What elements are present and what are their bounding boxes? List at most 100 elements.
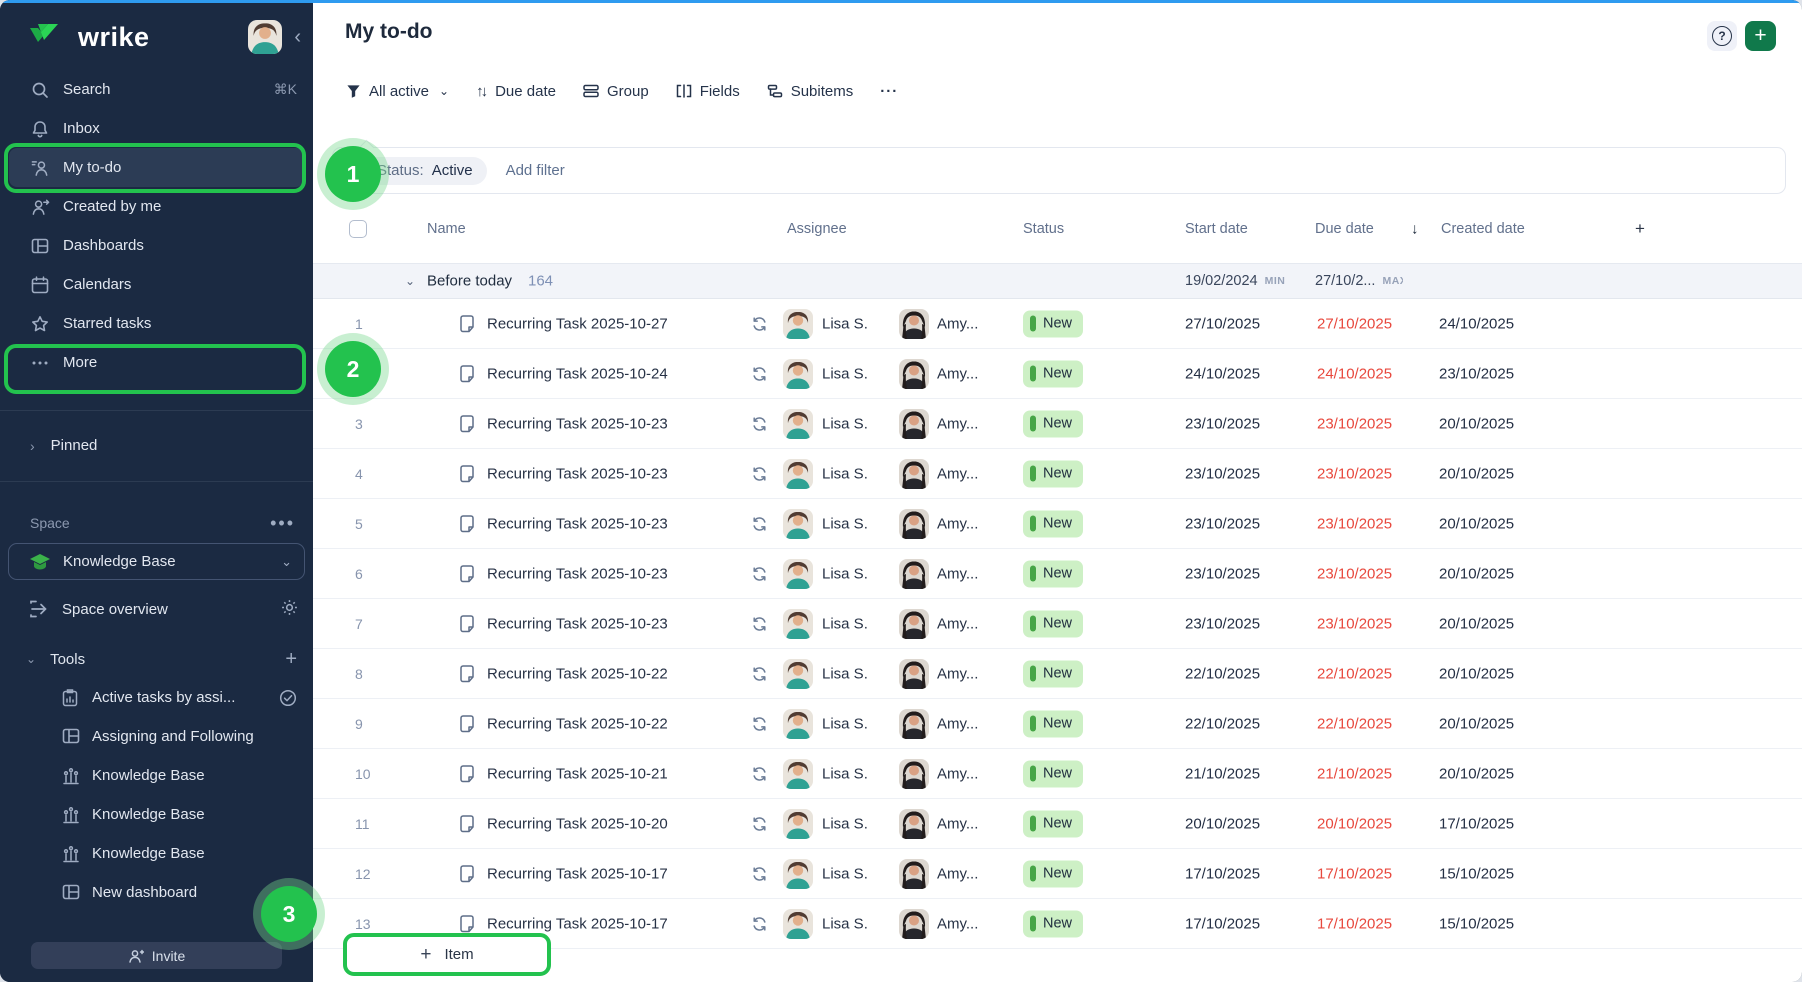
assignee-name[interactable]: Amy...: [937, 615, 978, 632]
add-item-button[interactable]: + Item: [343, 933, 551, 976]
start-date-cell[interactable]: 24/10/2025: [1185, 365, 1260, 382]
column-header-status[interactable]: Status: [1023, 221, 1064, 237]
filter-dropdown[interactable]: All active ⌄: [346, 83, 449, 100]
created-date-cell[interactable]: 20/10/2025: [1439, 715, 1514, 732]
due-date-cell[interactable]: 23/10/2025: [1317, 565, 1392, 582]
task-name[interactable]: Recurring Task 2025-10-22: [487, 665, 668, 682]
assignee-name[interactable]: Lisa S.: [822, 415, 868, 432]
created-date-cell[interactable]: 20/10/2025: [1439, 465, 1514, 482]
due-date-cell[interactable]: 23/10/2025: [1317, 515, 1392, 532]
task-row[interactable]: 12Recurring Task 2025-10-17Lisa S.Amy...…: [313, 849, 1802, 899]
sidebar-item-search[interactable]: Search⌘K: [0, 70, 313, 109]
add-column-icon[interactable]: +: [1635, 219, 1645, 239]
task-name[interactable]: Recurring Task 2025-10-23: [487, 415, 668, 432]
collapse-sidebar-icon[interactable]: ‹: [294, 27, 301, 47]
task-row[interactable]: 2Recurring Task 2025-10-24Lisa S.Amy...N…: [313, 349, 1802, 399]
task-name[interactable]: Recurring Task 2025-10-23: [487, 615, 668, 632]
assignee-name[interactable]: Amy...: [937, 515, 978, 532]
toolbar-more-button[interactable]: ···: [880, 83, 898, 100]
due-date-cell[interactable]: 22/10/2025: [1317, 715, 1392, 732]
task-row[interactable]: 8Recurring Task 2025-10-22Lisa S.Amy...N…: [313, 649, 1802, 699]
assignee-name[interactable]: Lisa S.: [822, 765, 868, 782]
assignee-name[interactable]: Amy...: [937, 415, 978, 432]
due-date-cell[interactable]: 24/10/2025: [1317, 365, 1392, 382]
task-row[interactable]: 4Recurring Task 2025-10-23Lisa S.Amy...N…: [313, 449, 1802, 499]
column-header-name[interactable]: Name: [427, 221, 466, 237]
chevron-down-icon[interactable]: ⌄: [405, 274, 415, 288]
status-badge[interactable]: New: [1023, 760, 1083, 787]
status-badge[interactable]: New: [1023, 410, 1083, 437]
task-name[interactable]: Recurring Task 2025-10-23: [487, 515, 668, 532]
assignee-name[interactable]: Amy...: [937, 865, 978, 882]
assignee-name[interactable]: Lisa S.: [822, 665, 868, 682]
created-date-cell[interactable]: 20/10/2025: [1439, 615, 1514, 632]
start-date-cell[interactable]: 23/10/2025: [1185, 565, 1260, 582]
task-row[interactable]: 11Recurring Task 2025-10-20Lisa S.Amy...…: [313, 799, 1802, 849]
status-badge[interactable]: New: [1023, 610, 1083, 637]
created-date-cell[interactable]: 20/10/2025: [1439, 565, 1514, 582]
start-date-cell[interactable]: 23/10/2025: [1185, 415, 1260, 432]
assignee-name[interactable]: Amy...: [937, 665, 978, 682]
created-date-cell[interactable]: 15/10/2025: [1439, 865, 1514, 882]
space-selector[interactable]: Knowledge Base ⌄: [8, 543, 305, 580]
start-date-cell[interactable]: 20/10/2025: [1185, 815, 1260, 832]
status-badge[interactable]: New: [1023, 510, 1083, 537]
assignee-name[interactable]: Amy...: [937, 715, 978, 732]
tool-item-assigning-and-following[interactable]: Assigning and Following: [0, 717, 313, 756]
task-name[interactable]: Recurring Task 2025-10-23: [487, 565, 668, 582]
task-name[interactable]: Recurring Task 2025-10-22: [487, 715, 668, 732]
tool-item-knowledge-base[interactable]: Knowledge Base: [0, 795, 313, 834]
start-date-cell[interactable]: 17/10/2025: [1185, 915, 1260, 932]
status-badge[interactable]: New: [1023, 560, 1083, 587]
assignee-name[interactable]: Lisa S.: [822, 715, 868, 732]
status-badge[interactable]: New: [1023, 860, 1083, 887]
assignee-name[interactable]: Lisa S.: [822, 815, 868, 832]
task-name[interactable]: Recurring Task 2025-10-20: [487, 815, 668, 832]
assignee-name[interactable]: Amy...: [937, 565, 978, 582]
created-date-cell[interactable]: 20/10/2025: [1439, 415, 1514, 432]
group-button[interactable]: Group: [583, 83, 649, 100]
task-name[interactable]: Recurring Task 2025-10-17: [487, 865, 668, 882]
status-badge[interactable]: New: [1023, 310, 1083, 337]
task-row[interactable]: 1Recurring Task 2025-10-27Lisa S.Amy...N…: [313, 299, 1802, 349]
subitems-button[interactable]: Subitems: [767, 83, 854, 100]
assignee-name[interactable]: Lisa S.: [822, 565, 868, 582]
due-date-cell[interactable]: 21/10/2025: [1317, 765, 1392, 782]
due-date-cell[interactable]: 23/10/2025: [1317, 465, 1392, 482]
tool-item-knowledge-base[interactable]: Knowledge Base: [0, 756, 313, 795]
sidebar-item-calendars[interactable]: Calendars: [0, 265, 313, 304]
assignee-name[interactable]: Amy...: [937, 915, 978, 932]
invite-button[interactable]: Invite: [31, 942, 282, 969]
assignee-name[interactable]: Amy...: [937, 815, 978, 832]
tool-item-active-tasks-by-assi-[interactable]: Active tasks by assi...: [0, 678, 313, 717]
add-filter-link[interactable]: Add filter: [506, 162, 565, 179]
assignee-name[interactable]: Lisa S.: [822, 315, 868, 332]
start-date-cell[interactable]: 22/10/2025: [1185, 665, 1260, 682]
column-header-created-date[interactable]: Created date: [1441, 221, 1525, 237]
task-row[interactable]: 7Recurring Task 2025-10-23Lisa S.Amy...N…: [313, 599, 1802, 649]
fields-button[interactable]: Fields: [676, 83, 740, 100]
assignee-name[interactable]: Lisa S.: [822, 515, 868, 532]
task-name[interactable]: Recurring Task 2025-10-27: [487, 315, 668, 332]
add-tool-icon[interactable]: +: [285, 648, 297, 671]
status-badge[interactable]: New: [1023, 710, 1083, 737]
create-new-button[interactable]: +: [1745, 21, 1776, 51]
task-name[interactable]: Recurring Task 2025-10-24: [487, 365, 668, 382]
due-date-cell[interactable]: 23/10/2025: [1317, 615, 1392, 632]
start-date-cell[interactable]: 23/10/2025: [1185, 515, 1260, 532]
assignee-name[interactable]: Lisa S.: [822, 365, 868, 382]
group-row-before-today[interactable]: ⌄ Before today 164 19/02/2024 MIN 27/10/…: [313, 264, 1802, 299]
status-badge[interactable]: New: [1023, 360, 1083, 387]
created-date-cell[interactable]: 15/10/2025: [1439, 915, 1514, 932]
sidebar-item-inbox[interactable]: Inbox: [0, 109, 313, 148]
task-name[interactable]: Recurring Task 2025-10-21: [487, 765, 668, 782]
due-date-cell[interactable]: 20/10/2025: [1317, 815, 1392, 832]
sidebar-item-my-to-do[interactable]: My to-do: [9, 148, 304, 187]
start-date-cell[interactable]: 21/10/2025: [1185, 765, 1260, 782]
due-date-cell[interactable]: 17/10/2025: [1317, 865, 1392, 882]
sidebar-item-starred-tasks[interactable]: Starred tasks: [0, 304, 313, 343]
select-all-checkbox[interactable]: [349, 220, 367, 238]
due-date-cell[interactable]: 23/10/2025: [1317, 415, 1392, 432]
sidebar-item-more[interactable]: More: [0, 343, 313, 382]
start-date-cell[interactable]: 22/10/2025: [1185, 715, 1260, 732]
